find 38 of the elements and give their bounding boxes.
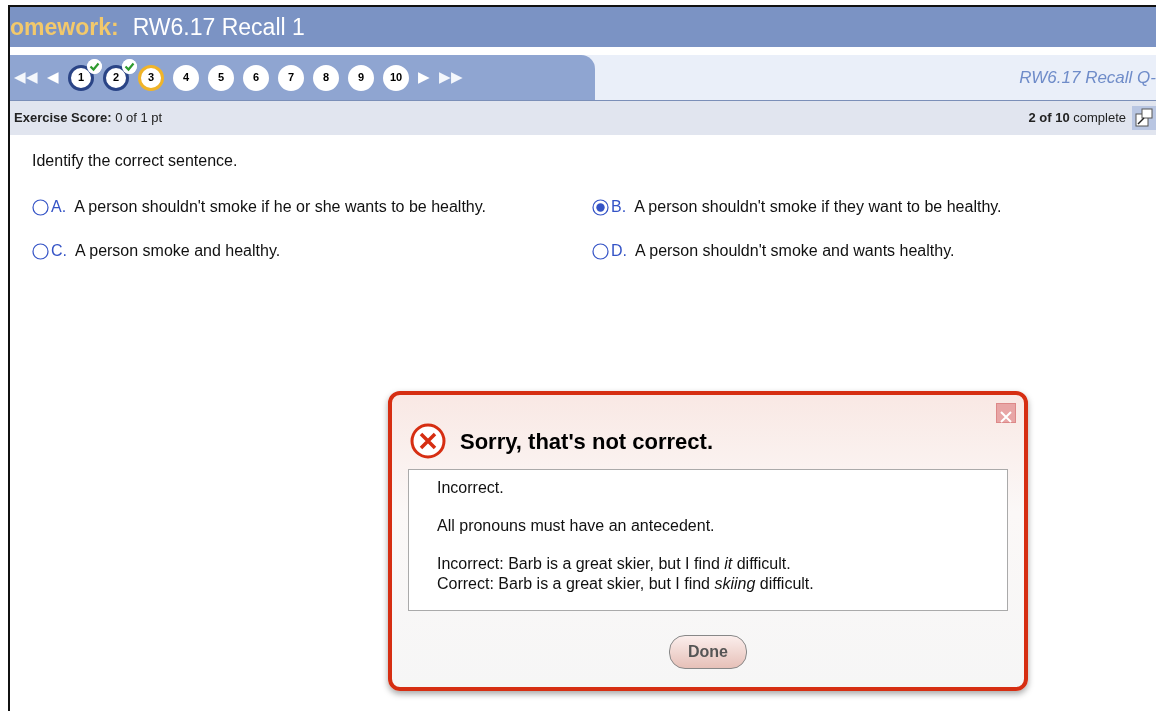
- question-button[interactable]: 9: [348, 64, 374, 91]
- feedback-text: Incorrect.: [437, 478, 505, 498]
- homework-label: omework:: [10, 12, 119, 42]
- question-button[interactable]: 4: [173, 64, 199, 91]
- question-button[interactable]: 7: [278, 64, 304, 91]
- answer-radio[interactable]: B.: [592, 195, 627, 219]
- question-button[interactable]: 2: [103, 64, 129, 91]
- question-title: RW6.17 Recall Q-: [1019, 66, 1156, 89]
- question-button[interactable]: 3: [138, 64, 164, 91]
- error-icon: [410, 423, 446, 459]
- check-icon: [87, 58, 102, 74]
- check-icon: [122, 58, 137, 74]
- answer-radio[interactable]: A.: [32, 195, 67, 219]
- answer-radio[interactable]: D.: [592, 239, 627, 263]
- question-text: Identify the correct sentence.: [32, 151, 239, 171]
- question-button[interactable]: 1: [68, 64, 94, 91]
- answer-text: A person shouldn't smoke and wants healthy.: [635, 241, 955, 261]
- answer-text: A person smoke and healthy.: [75, 241, 281, 261]
- answer-text: A person shouldn't smoke if they want to be healthy.: [634, 197, 1002, 217]
- question-button[interactable]: 5: [208, 64, 234, 91]
- assignment-title: RW6.17 Recall 1: [132, 12, 305, 42]
- question-button[interactable]: 10: [383, 64, 409, 91]
- exercise-score: Exercise Score: 0 of 1 pt: [14, 109, 163, 128]
- feedback-text: Incorrect: Barb is a great skier, but I find it difficult. Correct: Barb is a great skier, but I find skiing difficult.: [437, 554, 815, 594]
- answer-text: A person shouldn't smoke if he or she wants to be healthy.: [74, 197, 486, 217]
- question-button[interactable]: 8: [313, 64, 339, 91]
- radio-icon: [32, 242, 49, 260]
- popout-icon[interactable]: [1132, 106, 1156, 130]
- completion-status: 2 of 10 complete: [1028, 109, 1126, 128]
- radio-icon: [32, 198, 49, 216]
- feedback-text: All pronouns must have an antecedent.: [437, 516, 716, 536]
- question-button[interactable]: 6: [243, 64, 269, 91]
- close-button[interactable]: [996, 403, 1016, 423]
- answer-radio[interactable]: C.: [32, 239, 67, 263]
- radio-icon: [592, 242, 609, 260]
- dialog-title: Sorry, that's not correct.: [460, 427, 713, 456]
- done-button[interactable]: Done: [669, 635, 747, 669]
- radio-icon: [592, 198, 609, 216]
